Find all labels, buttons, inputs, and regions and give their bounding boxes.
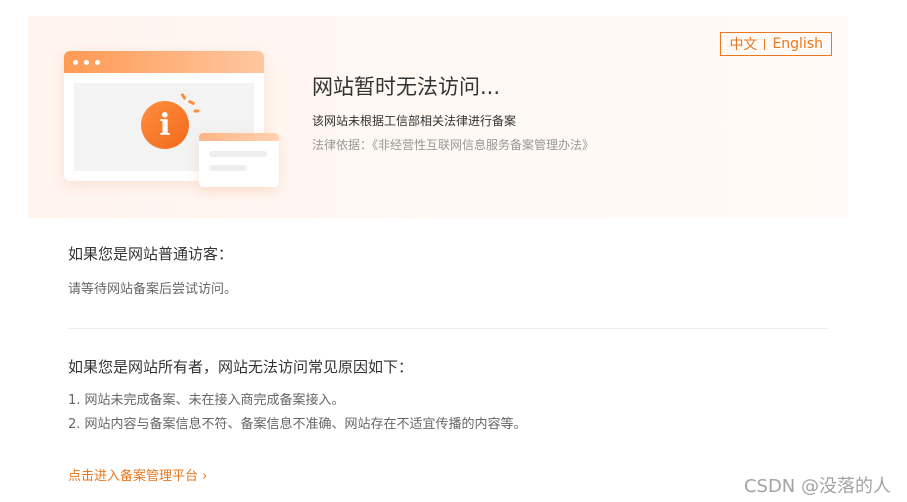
law-basis-text: 法律依据：《非经营性互联网信息服务备案管理办法》 [312, 138, 595, 152]
chevron-right-icon: › [202, 469, 208, 484]
owner-heading: 如果您是网站所有者，网站无法访问常见原因如下： [68, 358, 414, 376]
page: 中文 English i 网站暂时无法访问... 该网站未根据工信部相关法律进行… [0, 0, 907, 502]
card-header [199, 133, 279, 141]
window-dot [73, 59, 78, 65]
card-line [209, 151, 267, 157]
language-switch: 中文 English [720, 32, 832, 56]
reason-item: 1. 网站未完成备案、未在接入商完成备案接入。 [68, 393, 345, 408]
hero-banner: 中文 English i 网站暂时无法访问... 该网站未根据工信部相关法律进行… [28, 16, 848, 218]
reason-item: 2. 网站内容与备案信息不符、备案信息不准确、网站存在不适宜传播的内容等。 [68, 417, 527, 432]
window-dot [84, 59, 89, 65]
browser-titlebar [64, 51, 264, 73]
filing-management-link[interactable]: 点击进入备案管理平台 › [68, 465, 207, 484]
card-line [209, 165, 247, 171]
browser-illustration: i [64, 51, 284, 191]
watermark: CSDN @没落的人 [743, 476, 891, 497]
visitor-heading: 如果您是网站普通访客： [68, 245, 234, 263]
info-icon: i [141, 101, 189, 149]
lang-english-link[interactable]: English [772, 36, 823, 52]
filing-management-label: 点击进入备案管理平台 [68, 469, 199, 484]
page-subtitle: 该网站未根据工信部相关法律进行备案 [312, 114, 517, 128]
overlay-card-graphic [199, 133, 279, 187]
section-divider [68, 328, 829, 329]
lang-separator [764, 38, 766, 50]
window-dot [95, 59, 100, 65]
visitor-text: 请等待网站备案后尝试访问。 [68, 282, 238, 297]
lang-chinese-link[interactable]: 中文 [729, 34, 757, 54]
alert-ray [193, 109, 200, 113]
page-title: 网站暂时无法访问... [312, 75, 501, 99]
